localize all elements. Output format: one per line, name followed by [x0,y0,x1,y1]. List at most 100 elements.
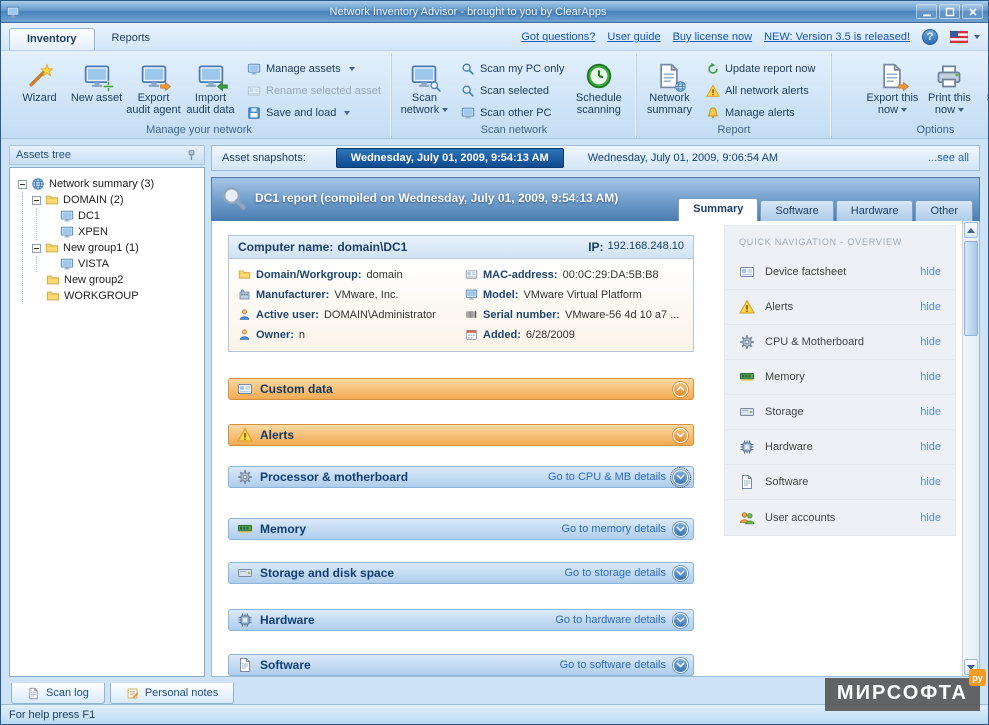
section-hardware[interactable]: Hardware Go to hardware details [228,609,694,631]
expand-button[interactable] [673,613,688,628]
pin-icon[interactable] [185,149,198,162]
snapshot-button-second[interactable]: Wednesday, July 01, 2009, 9:06:54 AM [576,149,790,167]
print-this-now-button[interactable]: Print this now [921,55,978,121]
section-memory[interactable]: Memory Go to memory details [228,518,694,540]
report-tab-other[interactable]: Other [915,200,973,221]
import-audit-data-button[interactable]: Import audit data [182,55,239,121]
go-to-memory-details-link[interactable]: Go to memory details [561,523,666,535]
expand-button[interactable] [673,470,688,485]
chevron-down-icon [676,570,685,576]
expander-icon[interactable] [18,180,27,189]
hide-link[interactable]: hide [920,336,941,348]
tree-node-workgroup[interactable]: WORKGROUP [32,288,202,304]
section-processor-motherboard[interactable]: Processor & motherboard Go to CPU & MB d… [228,466,694,488]
folder-icon [46,289,60,303]
rename-selected-asset-button[interactable]: Rename selected asset [243,82,385,100]
all-network-alerts-button[interactable]: All network alerts [702,82,820,100]
chevron-down-icon [442,108,448,112]
new-version-link[interactable]: NEW: Version 3.5 is released! [764,31,910,43]
new-asset-button[interactable]: New asset [68,55,125,121]
scan-network-button[interactable]: Scan network [396,55,453,121]
quicknav-alerts[interactable]: Alerts hide [725,290,955,325]
snapshot-button-selected[interactable]: Wednesday, July 01, 2009, 9:54:13 AM [336,148,564,168]
tree-node-new-group2[interactable]: New group2 [32,272,202,288]
minimize-button[interactable] [916,4,937,19]
go-to-cpu-details-link[interactable]: Go to CPU & MB details [548,471,666,483]
quicknav-storage[interactable]: Storage hide [725,395,955,430]
hide-link[interactable]: hide [920,441,941,453]
tree-node-new-group1[interactable]: New group1 (1) [32,240,202,256]
scroll-up-button[interactable] [964,222,978,238]
hide-link[interactable]: hide [920,266,941,278]
quick-nav-title: QUICK NAVIGATION - OVERVIEW [725,226,955,255]
manage-alerts-button[interactable]: Manage alerts [702,104,820,122]
hide-link[interactable]: hide [920,406,941,418]
scrollbar-track[interactable] [964,239,978,658]
expander-icon[interactable] [32,244,41,253]
settings-button[interactable]: Settings [978,55,989,121]
collapse-button[interactable] [673,382,688,397]
quicknav-cpu-motherboard[interactable]: CPU & Motherboard hide [725,325,955,360]
scrollbar-thumb[interactable] [964,241,978,336]
hide-link[interactable]: hide [920,371,941,383]
tree-node-domain[interactable]: DOMAIN (2) [32,192,202,208]
network-summary-icon [31,177,45,191]
tab-reports[interactable]: Reports [95,28,168,50]
tree-node-dc1[interactable]: DC1 [46,208,202,224]
snapshots-label: Asset snapshots: [222,152,306,164]
personal-notes-tab[interactable]: Personal notes [110,683,234,704]
scan-my-pc-button[interactable]: Scan my PC only [457,60,568,78]
report-tab-software[interactable]: Software [760,200,833,221]
scan-selected-button[interactable]: Scan selected [457,82,568,100]
buy-license-link[interactable]: Buy license now [673,31,753,43]
scan-log-tab[interactable]: Scan log [11,683,105,704]
see-all-link[interactable]: ...see all [928,152,969,164]
report-tab-hardware[interactable]: Hardware [836,200,914,221]
expand-button[interactable] [673,428,688,443]
update-report-now-button[interactable]: Update report now [702,60,820,78]
vertical-scrollbar[interactable] [962,221,979,676]
close-button[interactable] [962,4,983,19]
chevron-up-icon [676,386,685,392]
quicknav-user-accounts[interactable]: User accounts hide [725,500,955,535]
scan-other-pc-button[interactable]: Scan other PC [457,104,568,122]
wizard-button[interactable]: Wizard [11,55,68,121]
quicknav-memory[interactable]: Memory hide [725,360,955,395]
go-to-software-details-link[interactable]: Go to software details [560,659,666,671]
folder-icon [46,273,60,287]
save-and-load-button[interactable]: Save and load [243,104,385,122]
expander-icon[interactable] [32,196,41,205]
language-selector[interactable] [950,31,980,43]
expand-button[interactable] [673,566,688,581]
export-audit-agent-button[interactable]: Export audit agent [125,55,182,121]
help-button[interactable]: ? [922,29,938,45]
user-guide-link[interactable]: User guide [607,31,660,43]
got-questions-link[interactable]: Got questions? [521,31,595,43]
group-caption-options: Options [832,123,989,138]
section-custom-data[interactable]: Custom data [228,378,694,400]
tab-inventory[interactable]: Inventory [9,28,95,50]
go-to-hardware-details-link[interactable]: Go to hardware details [555,614,666,626]
tree-node-xpen[interactable]: XPEN [46,224,202,240]
quicknav-device-factsheet[interactable]: Device factsheet hide [725,255,955,290]
schedule-scanning-button[interactable]: Schedule scanning [570,55,627,121]
memory-icon [739,369,755,385]
manage-assets-button[interactable]: Manage assets [243,60,385,78]
tree-node-vista[interactable]: VISTA [46,256,202,272]
section-storage[interactable]: Storage and disk space Go to storage det… [228,562,694,584]
quicknav-software[interactable]: Software hide [725,465,955,500]
quicknav-hardware[interactable]: Hardware hide [725,430,955,465]
hide-link[interactable]: hide [920,476,941,488]
go-to-storage-details-link[interactable]: Go to storage details [564,567,666,579]
hide-link[interactable]: hide [920,512,941,524]
section-alerts[interactable]: Alerts [228,424,694,446]
tree-node-network-summary[interactable]: Network summary (3) [18,176,202,192]
network-summary-button[interactable]: Network summary [641,55,698,121]
export-this-now-button[interactable]: Export this now [864,55,921,121]
expand-button[interactable] [673,522,688,537]
expand-button[interactable] [673,658,688,673]
report-tab-summary[interactable]: Summary [678,198,758,221]
hide-link[interactable]: hide [920,301,941,313]
section-software[interactable]: Software Go to software details [228,654,694,676]
maximize-button[interactable] [939,4,960,19]
